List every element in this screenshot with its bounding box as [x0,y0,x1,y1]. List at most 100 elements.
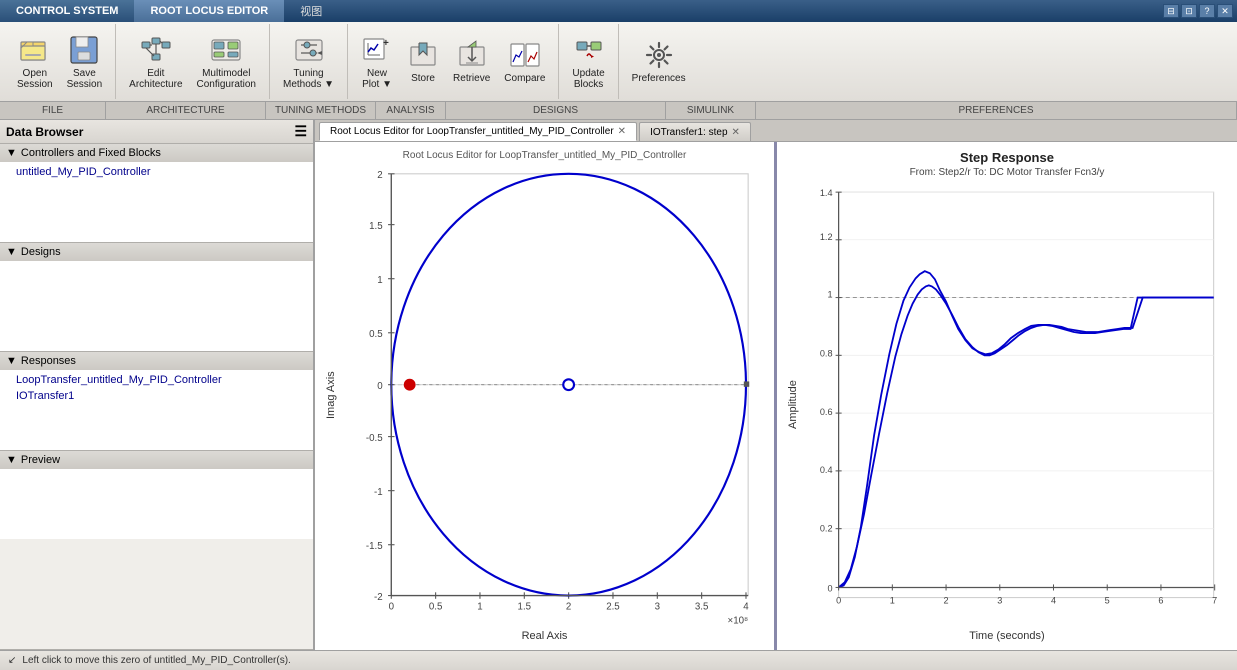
save-session-button[interactable]: SaveSession [60,30,110,94]
new-plot-label: NewPlot ▼ [362,68,392,90]
designs-label: Designs [21,246,61,258]
architecture-icon [140,34,172,66]
svg-text:0.5: 0.5 [369,329,383,340]
retrieve-button[interactable]: Retrieve [446,35,497,88]
preferences-icon [643,39,675,71]
sr-subtitle: From: Step2/r To: DC Motor Transfer Fcn3… [785,167,1229,178]
open-icon [19,34,51,66]
edit-architecture-button[interactable]: EditArchitecture [122,30,189,94]
data-browser-title: Data Browser [6,125,83,139]
data-browser-menu-icon[interactable]: ☰ [294,123,307,140]
maximize-icon[interactable]: ⊡ [1181,4,1197,18]
title-bar-icons: ⊟ ⊡ ? ✕ [1159,0,1237,22]
svg-text:0.5: 0.5 [429,602,443,613]
svg-text:5: 5 [1105,596,1110,606]
svg-text:7: 7 [1212,596,1217,606]
data-browser: Data Browser ☰ ▼ Controllers and Fixed B… [0,120,315,650]
responses-expand-icon: ▼ [6,355,17,367]
svg-text:-1: -1 [374,487,383,498]
preferences-button[interactable]: Preferences [625,35,693,88]
svg-text:1: 1 [477,602,482,613]
preferences-group: Preferences [619,24,699,99]
designs-section-header[interactable]: ▼ Designs [0,243,313,261]
close-icon[interactable]: ✕ [1217,4,1233,18]
responses-section-header[interactable]: ▼ Responses [0,352,313,370]
root-locus-tab[interactable]: Root Locus Editor for LoopTransfer_untit… [319,122,637,141]
svg-text:1: 1 [890,596,895,606]
controllers-expand-icon: ▼ [6,147,17,159]
root-locus-tab-close[interactable]: ✕ [618,126,626,137]
designs-section-header: DESIGNS [446,102,666,119]
store-button[interactable]: Store [400,35,446,88]
svg-text:0.8: 0.8 [820,348,833,358]
retrieve-label: Retrieve [453,73,490,84]
title-tab-root-locus[interactable]: ROOT LOCUS EDITOR [134,0,284,22]
save-icon [68,34,100,66]
multimodel-config-button[interactable]: MultimodelConfiguration [190,30,263,94]
svg-text:2: 2 [377,170,382,181]
controllers-section-header[interactable]: ▼ Controllers and Fixed Blocks [0,144,313,162]
pid-controller-item[interactable]: untitled_My_PID_Controller [0,164,313,180]
svg-text:2: 2 [944,596,949,606]
svg-text:6: 6 [1158,596,1163,606]
svg-text:0.6: 0.6 [820,407,833,417]
svg-text:-1.5: -1.5 [366,541,383,552]
rl-chart-area: 2 1.5 1 0.5 0 [341,163,766,628]
sr-x-label: Time (seconds) [785,630,1229,642]
update-blocks-icon [573,34,605,66]
rl-y-label: Imag Axis [323,163,339,628]
multimodel-icon [210,34,242,66]
update-blocks-button[interactable]: UpdateBlocks [565,30,611,94]
step-response-tab-close[interactable]: ✕ [732,127,740,138]
minimize-icon[interactable]: ⊟ [1163,4,1179,18]
loop-transfer-item[interactable]: LoopTransfer_untitled_My_PID_Controller [0,372,313,388]
rl-x-label: Real Axis [323,630,766,642]
compare-button[interactable]: Compare [497,35,552,88]
title-tab-view[interactable]: 视图 [284,0,338,22]
iotransfer-item[interactable]: IOTransfer1 [0,388,313,404]
responses-content: LoopTransfer_untitled_My_PID_Controller … [0,370,313,450]
compare-label: Compare [504,73,545,84]
tuning-methods-group: TuningMethods ▼ [270,24,348,99]
save-session-label: SaveSession [67,68,103,90]
preview-content [0,469,313,539]
toolbar: OpenSession SaveSession [0,22,1237,102]
svg-text:0: 0 [389,602,395,613]
open-session-button[interactable]: OpenSession [10,30,60,94]
sr-svg: 0 0.2 0.4 0.6 0.8 1 1.2 1.4 [803,182,1229,628]
help-icon[interactable]: ? [1199,4,1215,18]
step-response-tab-label: IOTransfer1: step [650,127,727,138]
controllers-section: ▼ Controllers and Fixed Blocks untitled_… [0,144,313,243]
svg-text:3.5: 3.5 [695,602,709,613]
open-session-label: OpenSession [17,68,53,90]
responses-section: ▼ Responses LoopTransfer_untitled_My_PID… [0,352,313,451]
designs-expand-icon: ▼ [6,246,17,258]
plot-tabs: Root Locus Editor for LoopTransfer_untit… [315,120,1237,142]
svg-text:1: 1 [377,275,382,286]
root-locus-panel: Root Locus Editor for LoopTransfer_untit… [315,142,777,650]
preview-section-header[interactable]: ▼ Preview [0,451,313,469]
store-icon [407,39,439,71]
tuning-methods-button[interactable]: TuningMethods ▼ [276,30,341,94]
sr-chart-area: 0 0.2 0.4 0.6 0.8 1 1.2 1.4 [803,182,1229,628]
sr-title: Step Response [785,150,1229,165]
svg-text:2.5: 2.5 [606,602,620,613]
svg-text:+: + [383,38,389,49]
svg-text:1.4: 1.4 [820,188,833,198]
preview-label: Preview [21,454,60,466]
sr-y-label: Amplitude [785,182,801,628]
svg-text:4: 4 [743,602,749,613]
step-response-tab[interactable]: IOTransfer1: step ✕ [639,122,751,141]
new-plot-button[interactable]: + NewPlot ▼ [354,30,400,94]
edit-architecture-label: EditArchitecture [129,68,182,90]
responses-label: Responses [21,355,76,367]
file-section-header: FILE [0,102,106,119]
step-response-panel: Step Response From: Step2/r To: DC Motor… [777,142,1237,650]
title-tab-control-system[interactable]: CONTROL SYSTEM [0,0,134,22]
designs-section: ▼ Designs [0,243,313,352]
svg-text:0: 0 [377,381,383,392]
architecture-group: EditArchitecture MultimodelConfiguration [116,24,270,99]
preferences-section-header: PREFERENCES [756,102,1237,119]
store-label: Store [411,73,435,84]
plot-area: Root Locus Editor for LoopTransfer_untit… [315,120,1237,650]
